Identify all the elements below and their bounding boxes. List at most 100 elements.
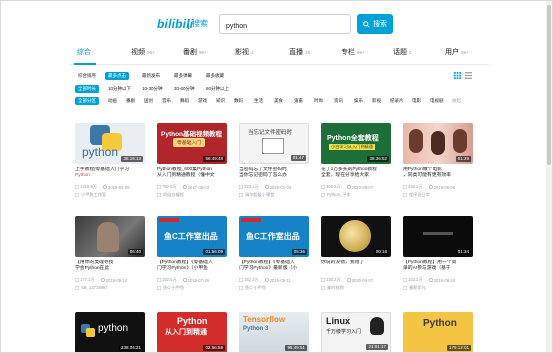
zone-option[interactable]: 娱乐 bbox=[351, 97, 366, 105]
view-count: 152.5万 bbox=[162, 277, 177, 282]
uploader[interactable]: 鱼C-小甲鱼 bbox=[157, 285, 184, 291]
zone-option[interactable]: 鬼畜 bbox=[291, 97, 306, 105]
duration-option[interactable]: 30-60分钟 bbox=[171, 85, 198, 93]
video-thumbnail[interactable]: 00:18 bbox=[321, 216, 391, 257]
video-thumbnail[interactable]: 鱼C工作室出品 05:36 bbox=[239, 216, 309, 257]
zone-option[interactable]: 国创 bbox=[141, 97, 156, 105]
video-thumbnail[interactable]: 01:29 bbox=[403, 123, 473, 164]
uploader-name: 程序员日常 bbox=[409, 192, 430, 197]
list-view-icon[interactable] bbox=[465, 72, 472, 79]
video-title[interactable]: 【Python教程】《零基础入 门学习Python》（小甲鱼 bbox=[157, 260, 227, 273]
sort-option[interactable]: 综合排序 bbox=[75, 72, 99, 80]
uploader-icon bbox=[75, 193, 79, 197]
tab-live[interactable]: 直播 15 bbox=[289, 47, 310, 57]
zone-option-active[interactable]: 全部分区 bbox=[75, 97, 99, 105]
video-title[interactable]: 用Python做个电影 ，同类可能有更有效率 bbox=[403, 167, 473, 180]
zone-option[interactable]: 时尚 bbox=[311, 97, 326, 105]
zone-option[interactable]: 电影 bbox=[409, 97, 424, 105]
duration-option-active[interactable]: 全部时长 bbox=[75, 85, 99, 93]
person-image bbox=[97, 222, 119, 252]
zone-option[interactable]: 动画 bbox=[105, 97, 120, 105]
sort-option-active[interactable]: 最多点击 bbox=[105, 72, 129, 80]
video-thumbnail[interactable]: python 338:04:21 bbox=[75, 312, 145, 352]
search-input[interactable] bbox=[226, 17, 346, 36]
upload-date: 2019-03-09 bbox=[108, 184, 130, 190]
video-thumbnail[interactable]: 01:34 bbox=[403, 216, 473, 257]
video-thumbnail[interactable]: Python基础视频教程 零基础入门 56:49:48 bbox=[157, 123, 227, 164]
zone-option[interactable]: 生活 bbox=[251, 97, 266, 105]
uploader[interactable]: 瑞尔超级小课堂 bbox=[239, 192, 274, 198]
tab-all[interactable]: 综合 bbox=[77, 47, 91, 57]
zone-option[interactable]: 音乐 bbox=[159, 97, 174, 105]
uploader[interactable]: 尚硅谷编程 bbox=[157, 192, 184, 198]
zone-option[interactable]: 电视剧 bbox=[427, 97, 447, 105]
video-thumbnail[interactable]: Python全套教程 小白学习从入门到精通 38:36:52 bbox=[321, 123, 391, 164]
duration-option[interactable]: 10分钟以下 bbox=[105, 85, 134, 93]
tux-penguin-icon bbox=[370, 317, 384, 335]
play-count-icon bbox=[321, 278, 325, 282]
scrollbar-thumb[interactable] bbox=[547, 5, 551, 165]
zone-option[interactable]: 纪录片 bbox=[387, 97, 407, 105]
sort-option[interactable]: 最新发布 bbox=[139, 72, 163, 80]
video-thumbnail[interactable]: Linux 千万级学习入门 21:01:17 bbox=[321, 312, 391, 352]
video-duration: 02:56:58 bbox=[203, 345, 225, 351]
tab-article[interactable]: 专栏 99+ bbox=[341, 47, 365, 57]
video-title[interactable]: 【Python教程】《零基础入 门学习Python》最新版（小 bbox=[239, 260, 309, 273]
uploader[interactable]: 小甲鱼工作室 bbox=[75, 192, 106, 198]
zone-option[interactable]: 数码 bbox=[231, 97, 246, 105]
zone-option[interactable]: 知识 bbox=[213, 97, 228, 105]
uploader-icon bbox=[157, 286, 161, 290]
zone-option[interactable]: 舞蹈 bbox=[177, 97, 192, 105]
video-title[interactable]: 上手教程|零基础入门学习 Python bbox=[75, 167, 145, 180]
video-title[interactable]: 花了1万多买的Python教程 全套，现在分享给大家 bbox=[321, 167, 391, 180]
video-title[interactable]: 【Python教程】用一个简 单的AI参与游戏（基于 bbox=[403, 260, 473, 273]
search-button[interactable]: 搜索 bbox=[357, 14, 393, 34]
search-box[interactable] bbox=[219, 14, 351, 36]
play-count-icon bbox=[403, 278, 407, 282]
clock-icon bbox=[346, 185, 351, 189]
uploader[interactable]: Python_子木 bbox=[321, 192, 351, 198]
uploader-icon bbox=[239, 286, 243, 290]
video-title[interactable]: 你说的没错，我错了 bbox=[321, 260, 391, 273]
warning-banner bbox=[241, 218, 261, 222]
video-title[interactable]: Python教程_600集Python 从入门到精通教程（懂中文 bbox=[157, 167, 227, 180]
tab-movie[interactable]: 影视 1 bbox=[235, 47, 254, 57]
uploader[interactable]: 美时视频 bbox=[321, 285, 344, 291]
zone-collapse-button[interactable]: 收起 bbox=[449, 97, 464, 105]
view-count: 177.1万 bbox=[80, 277, 95, 282]
video-title[interactable]: 【用你的灵魂寻找 学会Python在此 bbox=[75, 260, 145, 273]
tab-user[interactable]: 用户 99+ bbox=[445, 47, 469, 57]
uploader[interactable]: SB_13719997 bbox=[75, 285, 108, 290]
video-duration: 338:04:21 bbox=[118, 345, 143, 351]
video-thumbnail[interactable]: Tensorflow Python 3 95:49:51 bbox=[239, 312, 309, 352]
video-thumbnail[interactable]: 鱼C工作室出品 01:56:09 bbox=[157, 216, 227, 257]
zone-option[interactable]: 游戏 bbox=[195, 97, 210, 105]
video-thumbnail[interactable]: python 36:16:13 bbox=[75, 123, 145, 164]
zone-option[interactable]: 美食 bbox=[271, 97, 286, 105]
thumbnail-subtext: 千万级学习入门 bbox=[326, 329, 362, 335]
sort-option[interactable]: 最多弹幕 bbox=[171, 72, 195, 80]
video-thumbnail[interactable]: Python 179:12:01 bbox=[403, 312, 473, 352]
tab-topic[interactable]: 话题 0 bbox=[393, 47, 412, 57]
person-image bbox=[409, 129, 423, 153]
video-thumbnail[interactable]: 06:40 bbox=[75, 216, 145, 257]
duration-option[interactable]: 10-30分钟 bbox=[139, 85, 166, 93]
uploader[interactable]: 程序员日常 bbox=[403, 192, 430, 198]
duration-option[interactable]: 60分钟以上 bbox=[203, 85, 232, 93]
scrollbar[interactable] bbox=[546, 1, 552, 352]
zone-option[interactable]: 影视 bbox=[369, 97, 384, 105]
zone-option[interactable]: 资讯 bbox=[331, 97, 346, 105]
sort-option[interactable]: 最多收藏 bbox=[203, 72, 227, 80]
tab-bangumi[interactable]: 番剧 99+ bbox=[183, 47, 207, 57]
video-title-line: Python bbox=[75, 173, 90, 179]
uploader[interactable]: 墨影伊凡 bbox=[403, 285, 426, 291]
zone-option[interactable]: 番剧 bbox=[123, 97, 138, 105]
uploader[interactable]: 鱼C-小甲鱼 bbox=[239, 285, 266, 291]
tab-video[interactable]: 视频 99+ bbox=[131, 47, 155, 57]
video-thumbnail[interactable]: 当忘记文件密码时 01:47 bbox=[239, 123, 309, 164]
tab-count: 99+ bbox=[461, 50, 469, 55]
video-thumbnail[interactable]: Python 从入门到精通 02:56:58 bbox=[157, 312, 227, 352]
video-title[interactable]: 当密码忘了文件密码时 当你忘记密码了怎么办 bbox=[239, 167, 309, 180]
grid-view-icon[interactable] bbox=[454, 72, 461, 79]
logo-divider bbox=[188, 19, 189, 29]
